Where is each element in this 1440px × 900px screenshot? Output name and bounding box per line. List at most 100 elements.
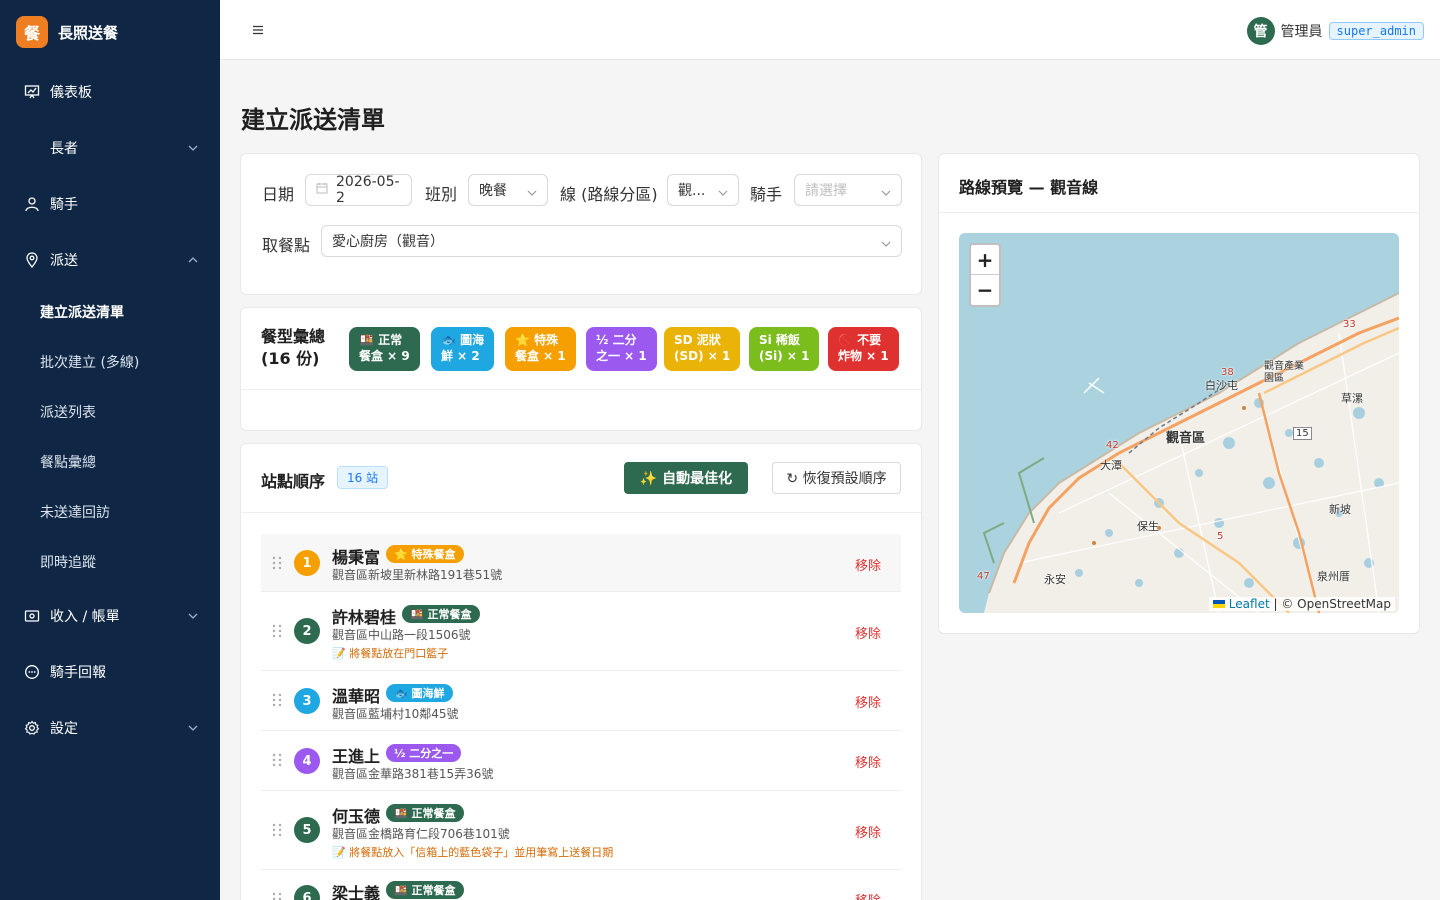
meal-badge-seafood: 🐟 圖海 鮮 × 2: [431, 327, 495, 371]
sidebar-subitem-dispatch-list[interactable]: 派送列表: [0, 392, 220, 432]
chevron-down-icon: [718, 186, 728, 202]
meal-badge-line1: 🍱 正常: [359, 333, 403, 347]
role-badge: super_admin: [1328, 22, 1424, 40]
delivery-note: 📝 將餐點放入「信箱上的藍色袋子」並用筆寫上送餐日期: [332, 846, 614, 859]
user-menu[interactable]: 管 管理員 super_admin: [1246, 17, 1424, 45]
menu-toggle-icon[interactable]: [250, 22, 266, 38]
ukraine-flag-icon: [1212, 597, 1225, 611]
remove-link[interactable]: 移除: [855, 752, 881, 771]
meal-type-tag: 🍱 正常餐盒: [386, 804, 464, 822]
map-place-label: 白沙屯: [1205, 379, 1238, 392]
map-place-label: 觀音產業園區: [1264, 361, 1304, 384]
meal-badge-line1: ⭐ 特殊: [515, 333, 559, 347]
sidebar-item-riders[interactable]: 騎手: [0, 184, 220, 224]
shift-value: 晚餐: [479, 183, 507, 199]
leaflet-link[interactable]: Leaflet: [1229, 597, 1270, 611]
sidebar-item-label: 騎手: [50, 197, 78, 213]
sidebar-subitem-batch-create[interactable]: 批次建立 (多線): [0, 342, 220, 382]
map-place-label: 新坡: [1329, 503, 1351, 516]
user-name: 管理員: [1280, 24, 1323, 40]
brand[interactable]: 餐 長照送餐: [0, 0, 220, 64]
stop-name: 溫華昭: [332, 687, 381, 706]
sidebar-item-label: 收入 / 帳單: [50, 609, 120, 625]
filter-card: 日期 2026-05-2 班別 晚餐 線 (路線分區) 觀... 騎手 請選擇 …: [240, 153, 922, 295]
chevron-down-icon: [188, 721, 198, 737]
sidebar-item-billing[interactable]: 收入 / 帳單: [0, 596, 220, 636]
stops-card: 站點順序 16 站 ✨ 自動最佳化 ↻ 恢復預設順序 1 楊秉富 ⭐ 特殊餐盒 …: [240, 443, 922, 900]
drag-handle-icon[interactable]: [271, 892, 283, 900]
divider: [939, 212, 1419, 213]
meal-badge-line2: 之一 × 1: [596, 349, 647, 363]
stop-number: 5: [294, 817, 320, 843]
chevron-down-icon: [881, 237, 891, 253]
stop-name: 梁士義: [332, 884, 381, 900]
sidebar-subitem-create-dispatch[interactable]: 建立派送清單: [0, 292, 220, 332]
rider-select[interactable]: 請選擇: [794, 174, 902, 206]
avatar: 管: [1246, 17, 1275, 45]
stop-row[interactable]: 1 楊秉富 ⭐ 特殊餐盒 觀音區新坡里新林路191巷51號 移除: [261, 534, 901, 592]
gear-icon: [24, 720, 40, 736]
stop-address: 觀音區金華路381巷15弄36號: [332, 767, 494, 781]
sidebar-subitem-undelivered-followup[interactable]: 未送達回訪: [0, 492, 220, 532]
reset-order-button[interactable]: ↻ 恢復預設順序: [772, 462, 901, 494]
message-icon: [24, 664, 40, 680]
drag-handle-icon[interactable]: [271, 753, 283, 767]
sidebar-item-label: 騎手回報: [50, 665, 106, 681]
meal-badge-line2: (Si) × 1: [759, 349, 810, 363]
remove-link[interactable]: 移除: [855, 822, 881, 841]
brand-logo: 餐: [16, 16, 48, 48]
sidebar-item-rider-reports[interactable]: 騎手回報: [0, 652, 220, 692]
pickup-value: 愛心廚房（觀音）: [332, 234, 444, 250]
meal-summary-card: 餐型彙總 (16 份) 🍱 正常 餐盒 × 9 🐟 圖海 鮮 × 2 ⭐ 特殊 …: [240, 307, 922, 431]
meal-badge-puree: SD 泥狀 (SD) × 1: [664, 327, 741, 371]
drag-handle-icon[interactable]: [271, 693, 283, 707]
stop-address: 觀音區中山路一段1506號: [332, 628, 471, 642]
sidebar-item-settings[interactable]: 設定: [0, 708, 220, 748]
rider-placeholder: 請選擇: [805, 183, 847, 199]
shift-label: 班別: [425, 185, 458, 204]
zoom-in-button[interactable]: +: [971, 245, 999, 275]
remove-link[interactable]: 移除: [855, 555, 881, 574]
road-number-label: 33: [1343, 319, 1356, 330]
meal-badge-line2: (SD) × 1: [674, 349, 731, 363]
shift-select[interactable]: 晚餐: [468, 174, 548, 206]
sidebar-subitem-meal-summary[interactable]: 餐點彙總: [0, 442, 220, 482]
stop-row[interactable]: 4 王進上 ½ 二分之一 觀音區金華路381巷15弄36號 移除: [261, 731, 901, 791]
sidebar-item-dashboard[interactable]: 儀表板: [0, 72, 220, 112]
stop-row[interactable]: 2 許林碧桂 🍱 正常餐盒 觀音區中山路一段1506號 📝 將餐點放在門口籃子 …: [261, 592, 901, 671]
sidebar-item-label: 長者: [50, 141, 78, 157]
route-preview-card: 路線預覽 — 觀音線 + − 白沙屯 觀音產業園區 觀音區 草漯 大潭 保生 新…: [938, 153, 1420, 634]
meal-badge-line1: Si 稀飯: [759, 333, 800, 347]
sidebar-item-dispatch[interactable]: 派送: [0, 240, 220, 280]
stop-row[interactable]: 5 何玉德 🍱 正常餐盒 觀音區金橋路育仁段706巷101號 📝 將餐點放入「信…: [261, 791, 901, 870]
divider: [241, 512, 921, 513]
pickup-label: 取餐點: [262, 236, 311, 255]
auto-optimize-button[interactable]: ✨ 自動最佳化: [624, 462, 748, 494]
sidebar-item-elders[interactable]: 長者: [0, 128, 220, 168]
zoom-out-button[interactable]: −: [971, 275, 999, 305]
meal-type-tag: 🍱 正常餐盒: [402, 605, 480, 623]
remove-link[interactable]: 移除: [855, 692, 881, 711]
stop-row[interactable]: 6 梁士義 🍱 正常餐盒 移除: [261, 870, 901, 900]
stops-count-badge: 16 站: [337, 466, 389, 489]
drag-handle-icon[interactable]: [271, 624, 283, 638]
chevron-down-icon: [188, 141, 198, 157]
route-map[interactable]: + − 白沙屯 觀音產業園區 觀音區 草漯 大潭 保生 新坡 永安 泉州厝 33…: [959, 233, 1399, 613]
remove-link[interactable]: 移除: [855, 890, 881, 900]
drag-handle-icon[interactable]: [271, 823, 283, 837]
date-picker[interactable]: 2026-05-2: [305, 174, 412, 206]
remove-link[interactable]: 移除: [855, 623, 881, 642]
line-label: 線 (路線分區): [560, 185, 658, 204]
meal-summary-heading: 餐型彙總: [261, 327, 326, 346]
meal-badge-special: ⭐ 特殊 餐盒 × 1: [505, 327, 576, 371]
sidebar-subitem-live-tracking[interactable]: 即時追蹤: [0, 542, 220, 582]
map-place-label: 大潭: [1100, 459, 1122, 472]
line-select[interactable]: 觀...: [667, 174, 739, 206]
meal-badge-line1: ½ 二分: [596, 333, 637, 347]
stop-row[interactable]: 3 溫華昭 🐟 圖海鮮 觀音區藍埔村10鄰45號 移除: [261, 671, 901, 731]
pickup-select[interactable]: 愛心廚房（觀音）: [321, 225, 902, 257]
route-preview-title: 路線預覽 — 觀音線: [959, 178, 1099, 197]
location-icon: [24, 252, 40, 268]
stop-name: 王進上: [332, 747, 381, 766]
drag-handle-icon[interactable]: [271, 556, 283, 570]
